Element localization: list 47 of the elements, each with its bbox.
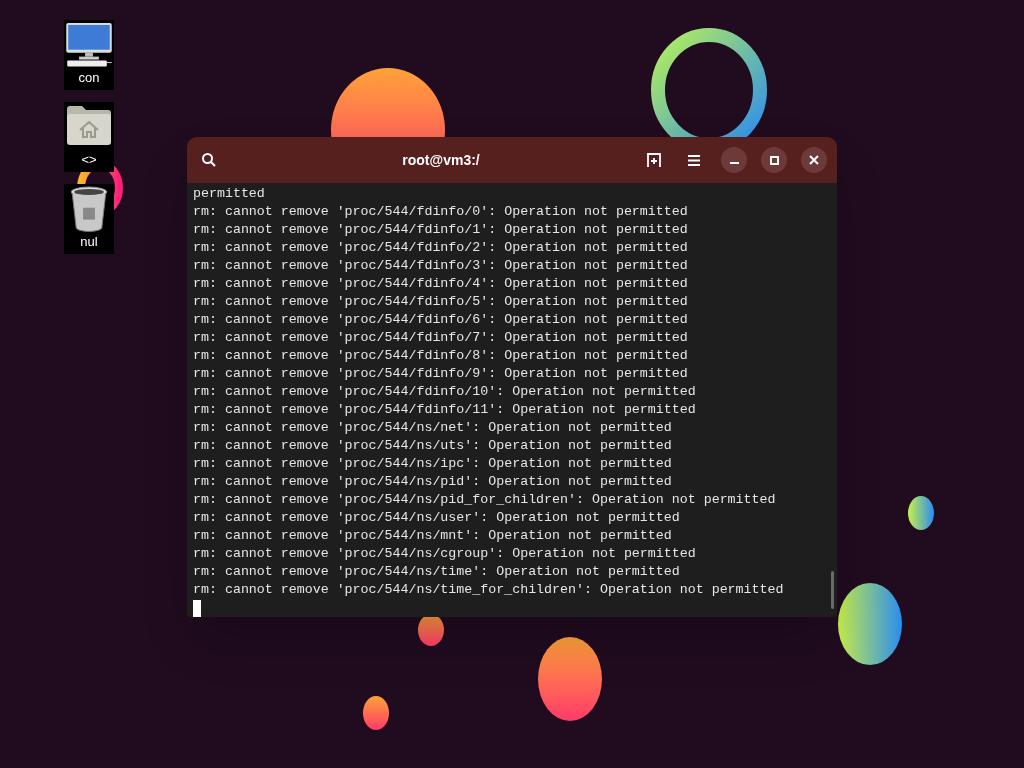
maximize-icon [769,155,779,165]
terminal-line: rm: cannot remove 'proc/544/fdinfo/5': Operation not permitted [193,293,689,311]
terminal-line: permitted [193,185,266,203]
text-cursor [193,600,201,617]
terminal-line: rm: cannot remove 'proc/544/fdinfo/9': Operation not permitted [193,365,689,383]
terminal-line: rm: cannot remove 'proc/544/ns/ipc': Operation not permitted [193,455,673,473]
icon-label: <> [81,150,97,169]
terminal-line: rm: cannot remove 'proc/544/ns/time_for_children': Operation not permitted [193,581,785,599]
window-title: root@vm3:/ [401,150,480,170]
gradient-bubble [908,496,934,530]
terminal-line: rm: cannot remove 'proc/544/fdinfo/4': Operation not permitted [193,275,689,293]
new-tab-icon [646,152,662,168]
terminal-line: rm: cannot remove 'proc/544/ns/user': Operation not permitted [193,509,681,527]
terminal-line: rm: cannot remove 'proc/544/fdinfo/11': Operation not permitted [193,401,697,419]
close-button[interactable] [801,147,827,173]
minimize-button[interactable] [721,147,747,173]
monitor-icon [65,22,113,68]
terminal-line: rm: cannot remove 'proc/544/fdinfo/8': Operation not permitted [193,347,689,365]
terminal-line: rm: cannot remove 'proc/544/ns/time': Operation not permitted [193,563,681,581]
terminal-line: rm: cannot remove 'proc/544/fdinfo/3': Operation not permitted [193,257,689,275]
terminal-line: rm: cannot remove 'proc/544/fdinfo/7': Operation not permitted [193,329,689,347]
terminal-line: rm: cannot remove 'proc/544/fdinfo/2': Operation not permitted [193,239,689,257]
search-icon [201,152,217,168]
trash-can-icon [69,186,109,232]
close-icon [809,155,819,165]
terminal-line: rm: cannot remove 'proc/544/ns/mnt': Operation not permitted [193,527,673,545]
terminal-line: rm: cannot remove 'proc/544/ns/pid': Operation not permitted [193,473,673,491]
gradient-bubble [418,614,444,646]
terminal-line: rm: cannot remove 'proc/544/fdinfo/10': Operation not permitted [193,383,697,401]
minimize-icon [729,162,739,164]
menu-icon [688,154,700,166]
icon-label: nul [80,232,98,251]
terminal-line: rm: cannot remove 'proc/544/ns/net': Operation not permitted [193,419,673,437]
folder-icon [66,104,112,146]
icon-label: con [78,68,100,87]
terminal-line: rm: cannot remove 'proc/544/ns/cgroup': Operation not permitted [193,545,697,563]
terminal-line: rm: cannot remove 'proc/544/fdinfo/1': Operation not permitted [193,221,689,239]
terminal-line: rm: cannot remove 'proc/544/ns/uts': Operation not permitted [193,437,673,455]
terminal-line: rm: cannot remove 'proc/544/fdinfo/6': Operation not permitted [193,311,689,329]
terminal-line: rm: cannot remove 'proc/544/ns/pid_for_children': Operation not permitted [193,491,777,509]
maximize-button[interactable] [761,147,787,173]
desktop-icon[interactable]: con [64,20,114,90]
scrollbar [831,571,834,609]
terminal-line: rm: cannot remove 'proc/544/fdinfo/0': Operation not permitted [193,203,689,221]
gradient-bubble [363,696,389,730]
desktop-icon[interactable]: <> [64,102,114,172]
desktop-icon[interactable]: nul [64,184,114,254]
